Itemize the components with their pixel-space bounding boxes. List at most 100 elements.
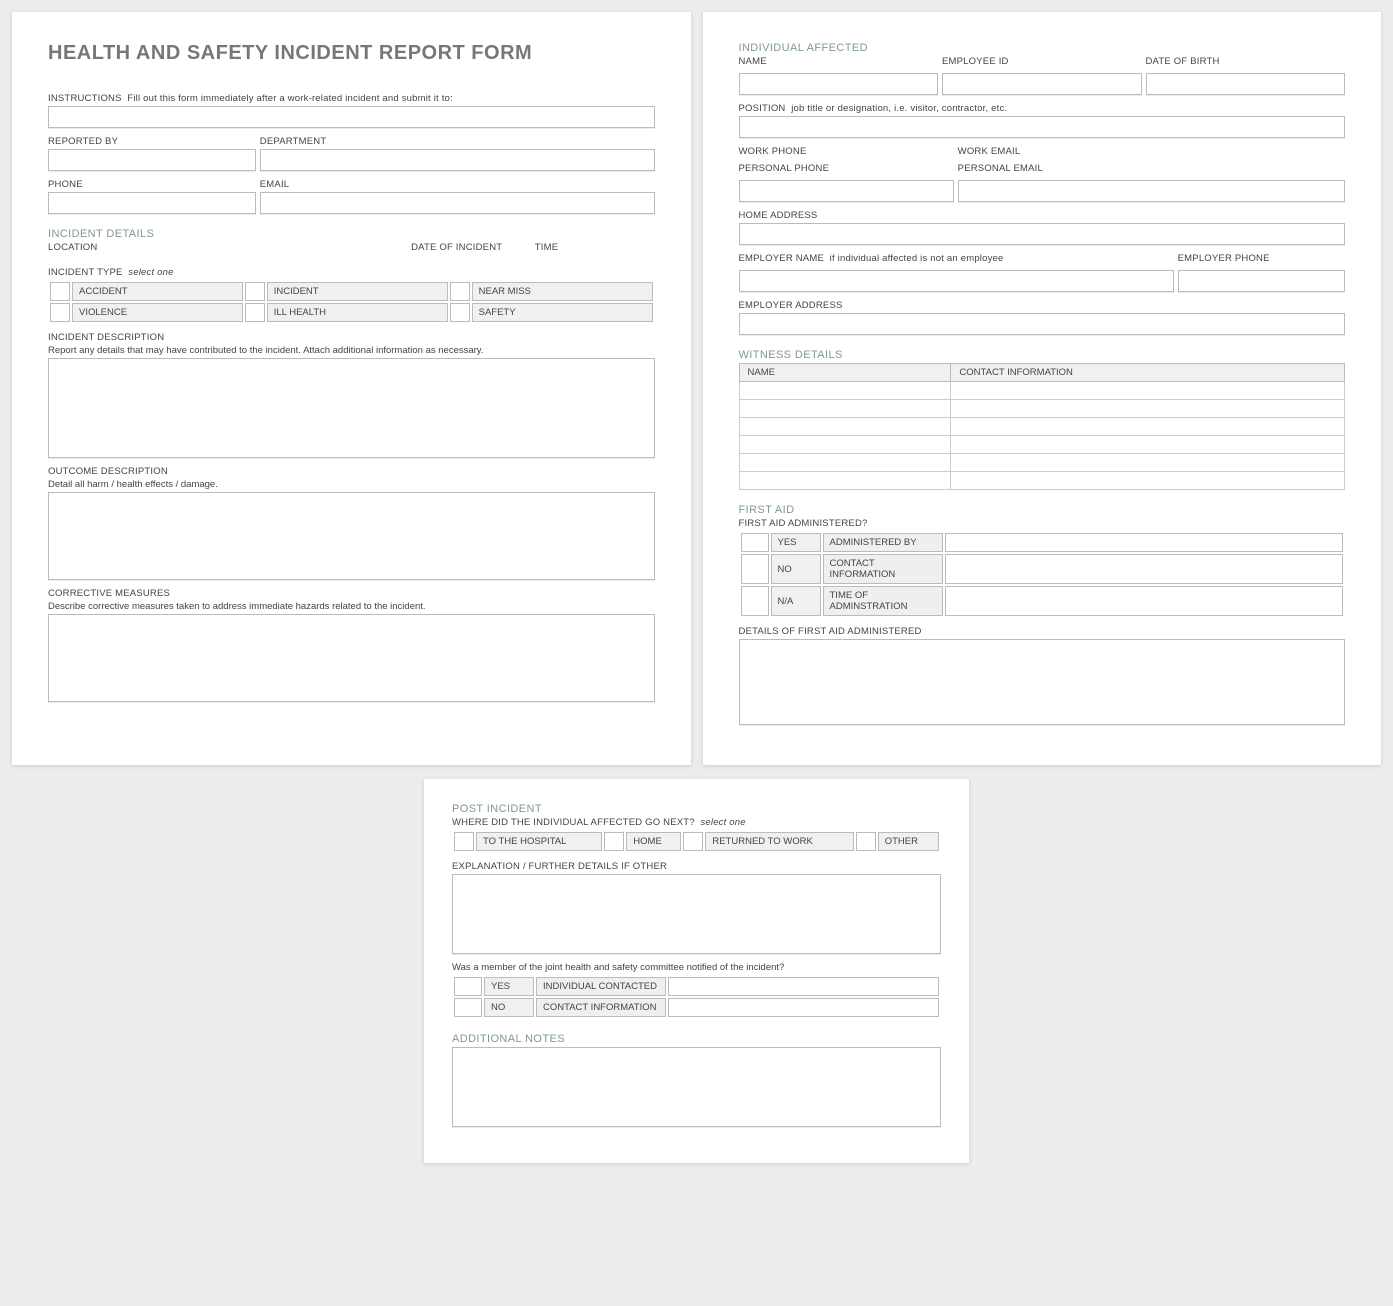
opt-accident-box[interactable] (50, 282, 70, 301)
witness-col-name: NAME (739, 364, 951, 382)
incident-desc-field[interactable] (48, 358, 655, 458)
fa-details-field[interactable] (739, 639, 1346, 725)
where-other: OTHER (878, 832, 939, 851)
fa-details-label: DETAILS OF FIRST AID ADMINISTERED (739, 626, 1346, 637)
employee-id-label: EMPLOYEE ID (942, 56, 1142, 67)
reported-by-label: REPORTED BY (48, 136, 256, 147)
instructions-field[interactable] (48, 106, 655, 128)
post-heading: POST INCIDENT (452, 803, 941, 815)
witness-table: NAME CONTACT INFORMATION (739, 363, 1346, 490)
position-hint: job title or designation, i.e. visitor, … (791, 103, 1007, 114)
home-address-label: HOME ADDRESS (739, 210, 1346, 221)
ind-name-label: NAME (739, 56, 939, 67)
time-label: TIME (535, 242, 655, 253)
contact-info-field[interactable] (668, 998, 939, 1017)
fa-admin-by-field[interactable] (945, 533, 1344, 552)
fa-contact-field[interactable] (945, 554, 1344, 584)
fa-yes: YES (771, 533, 821, 552)
dob-field[interactable] (1146, 73, 1346, 95)
opt-violence-box[interactable] (50, 303, 70, 322)
explain-field[interactable] (452, 874, 941, 954)
notes-field[interactable] (452, 1047, 941, 1127)
corrective-label: CORRECTIVE MEASURES (48, 588, 655, 599)
employer-phone-field[interactable] (1178, 270, 1345, 292)
fa-contact-label: CONTACT INFORMATION (823, 554, 943, 584)
committee-no-box[interactable] (454, 998, 482, 1017)
where-work-box[interactable] (683, 832, 703, 851)
committee-yes-box[interactable] (454, 977, 482, 996)
position-label: POSITION (739, 103, 786, 114)
first-aid-heading: FIRST AID (739, 504, 1346, 516)
instructions-label: INSTRUCTIONS Fill out this form immediat… (48, 93, 655, 104)
fa-admin-by-label: ADMINISTERED BY (823, 533, 943, 552)
employer-name-hint: if individual affected is not an employe… (830, 253, 1004, 264)
outcome-field[interactable] (48, 492, 655, 580)
witness-row (739, 400, 1345, 418)
opt-safety: SAFETY (472, 303, 653, 322)
employer-name-field[interactable] (739, 270, 1174, 292)
personal-email-label: PERSONAL EMAIL (958, 163, 1345, 174)
corrective-field[interactable] (48, 614, 655, 702)
where-home-box[interactable] (604, 832, 624, 851)
opt-nearmiss-box[interactable] (450, 282, 470, 301)
witness-row (739, 454, 1345, 472)
employee-id-field[interactable] (942, 73, 1142, 95)
page-1: HEALTH AND SAFETY INCIDENT REPORT FORM I… (12, 12, 691, 765)
fa-yes-box[interactable] (741, 533, 769, 552)
incident-type-options: ACCIDENT INCIDENT NEAR MISS VIOLENCE ILL… (48, 280, 655, 324)
committee-q: Was a member of the joint health and saf… (452, 962, 941, 973)
where-label: WHERE DID THE INDIVIDUAL AFFECTED GO NEX… (452, 817, 695, 828)
opt-nearmiss: NEAR MISS (472, 282, 653, 301)
incident-desc-sub: Report any details that may have contrib… (48, 345, 655, 356)
fa-na: N/A (771, 586, 821, 616)
reported-by-field[interactable] (48, 149, 256, 171)
outcome-sub: Detail all harm / health effects / damag… (48, 479, 655, 490)
where-hospital-box[interactable] (454, 832, 474, 851)
work-email-label: WORK EMAIL (958, 146, 1345, 157)
fa-no: NO (771, 554, 821, 584)
witness-row (739, 472, 1345, 490)
opt-safety-box[interactable] (450, 303, 470, 322)
witness-row (739, 382, 1345, 400)
employer-address-field[interactable] (739, 313, 1346, 335)
where-hospital: TO THE HOSPITAL (476, 832, 602, 851)
where-other-box[interactable] (856, 832, 876, 851)
opt-ill: ILL HEALTH (267, 303, 448, 322)
employer-phone-label: EMPLOYER PHONE (1178, 253, 1345, 264)
incident-type-label: INCIDENT TYPE (48, 267, 123, 278)
witness-col-contact: CONTACT INFORMATION (951, 364, 1345, 382)
home-address-field[interactable] (739, 223, 1346, 245)
notes-heading: ADDITIONAL NOTES (452, 1033, 941, 1045)
ind-contacted-field[interactable] (668, 977, 939, 996)
personal-phone-label: PERSONAL PHONE (739, 163, 954, 174)
where-home: HOME (626, 832, 681, 851)
department-field[interactable] (260, 149, 655, 171)
opt-incident: INCIDENT (267, 282, 448, 301)
first-aid-q: FIRST AID ADMINISTERED? (739, 518, 1346, 529)
phone-field[interactable] (48, 192, 256, 214)
ind-name-field[interactable] (739, 73, 939, 95)
fa-time-field[interactable] (945, 586, 1344, 616)
opt-incident-box[interactable] (245, 282, 265, 301)
phone-label: PHONE (48, 179, 256, 190)
incident-desc-label: INCIDENT DESCRIPTION (48, 332, 655, 343)
position-field[interactable] (739, 116, 1346, 138)
fa-na-box[interactable] (741, 586, 769, 616)
form-title: HEALTH AND SAFETY INCIDENT REPORT FORM (48, 42, 655, 65)
personal-phone-field[interactable] (739, 180, 954, 202)
committee-table: YES INDIVIDUAL CONTACTED NO CONTACT INFO… (452, 975, 941, 1019)
fa-no-box[interactable] (741, 554, 769, 584)
email-field[interactable] (260, 192, 655, 214)
work-phone-label: WORK PHONE (739, 146, 954, 157)
opt-ill-box[interactable] (245, 303, 265, 322)
fa-time-label: TIME OF ADMINSTRATION (823, 586, 943, 616)
witness-heading: WITNESS DETAILS (739, 349, 1346, 361)
department-label: DEPARTMENT (260, 136, 655, 147)
personal-email-field[interactable] (958, 180, 1345, 202)
employer-address-label: EMPLOYER ADDRESS (739, 300, 1346, 311)
committee-no: NO (484, 998, 534, 1017)
witness-row (739, 436, 1345, 454)
incident-details-heading: INCIDENT DETAILS (48, 228, 655, 240)
page-2: INDIVIDUAL AFFECTED NAME EMPLOYEE ID DAT… (703, 12, 1382, 765)
instructions-text: Fill out this form immediately after a w… (127, 93, 453, 104)
